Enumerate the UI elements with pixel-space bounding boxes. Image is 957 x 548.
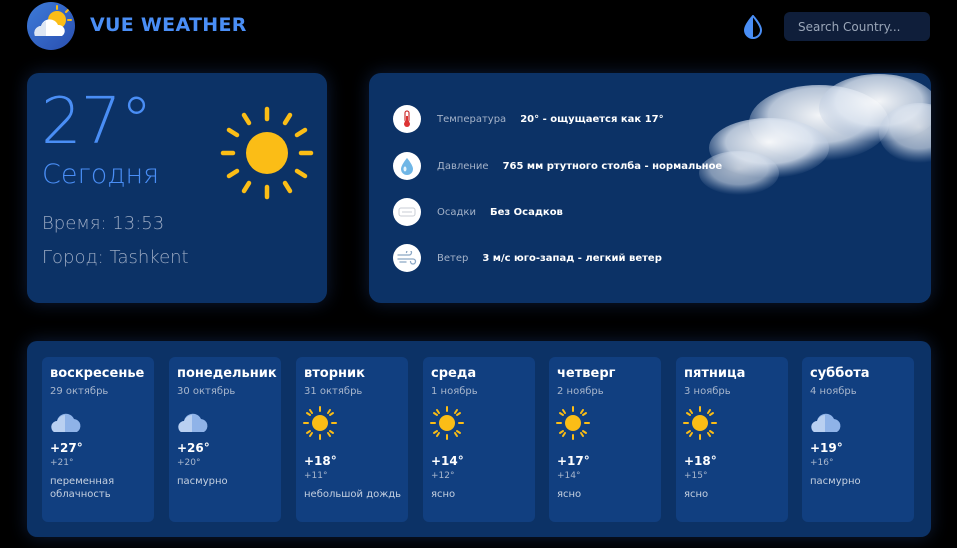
day-name: суббота [810, 366, 870, 381]
droplet-icon [393, 152, 421, 180]
day-name: воскресенье [50, 366, 145, 381]
day-max-temp: +27° [50, 441, 83, 455]
detail-row-wind: Ветер 3 м/с юго-запад - легкий ветер [393, 244, 662, 272]
day-date: 30 октябрь [177, 386, 236, 397]
detail-label: Давление [437, 160, 489, 172]
current-temperature: 27° [41, 85, 152, 159]
precipitation-icon [393, 198, 421, 226]
day-description: ясно [431, 489, 456, 500]
day-description: ясно [557, 489, 582, 500]
day-card[interactable]: вторник 31 октябрь +18° +11° небольшой д… [296, 357, 408, 522]
day-max-temp: +19° [810, 441, 843, 455]
day-card[interactable]: среда 1 ноябрь +14° +12° ясно [423, 357, 535, 522]
weather-details-card: Температура 20° - ощущается как 17° Давл… [369, 73, 931, 303]
detail-label: Осадки [437, 206, 476, 218]
current-time: Время: 13:53 [42, 213, 165, 234]
cloud-icon [178, 413, 208, 432]
day-card[interactable]: понедельник 30 октябрь +26° +20° пасмурн… [169, 357, 281, 522]
day-min-temp: +12° [431, 471, 455, 481]
current-weather-card: 27° Сегодня Время: 13:53 Город: Tashkent [27, 73, 327, 303]
day-card[interactable]: пятница 3 ноябрь +18° +15° ясно [676, 357, 788, 522]
sun-icon [220, 106, 314, 200]
day-name: понедельник [177, 366, 277, 381]
day-name: среда [431, 366, 477, 381]
day-min-temp: +15° [684, 471, 708, 481]
cloud-icon [51, 413, 81, 432]
detail-value: 20° - ощущается как 17° [520, 113, 664, 125]
detail-value: 765 мм ртутного столба - нормальное [502, 160, 723, 172]
detail-row-pressure: Давление 765 мм ртутного столба - нормал… [393, 152, 722, 180]
cloud-icon [811, 413, 841, 432]
day-description: небольшой дождь [304, 489, 402, 500]
current-city: Город: Tashkent [42, 247, 189, 268]
day-description: ясно [684, 489, 709, 500]
detail-label: Ветер [437, 252, 469, 264]
current-day-label: Сегодня [42, 159, 160, 190]
sun-icon [303, 406, 337, 440]
day-date: 3 ноябрь [684, 386, 731, 397]
header: VUE WEATHER [0, 0, 957, 54]
day-date: 29 октябрь [50, 386, 109, 397]
thermometer-icon [393, 105, 421, 133]
week-forecast-panel: воскресенье 29 октябрь +27° +21° перемен… [27, 341, 931, 537]
detail-value: Без Осадков [489, 206, 563, 218]
sun-icon [430, 406, 464, 440]
day-min-temp: +20° [177, 458, 201, 468]
search-input[interactable] [784, 12, 930, 41]
sun-icon [556, 406, 590, 440]
day-max-temp: +17° [557, 454, 590, 468]
day-min-temp: +11° [304, 471, 328, 481]
day-max-temp: +14° [431, 454, 464, 468]
sun-icon [683, 406, 717, 440]
sun-cloud-logo-icon [34, 5, 72, 36]
detail-label: Температура [437, 113, 507, 125]
day-description: пасмурно [810, 476, 861, 487]
day-card[interactable]: четверг 2 ноябрь +17° +14° ясно [549, 357, 661, 522]
day-name: четверг [557, 366, 616, 381]
day-min-temp: +21° [50, 458, 74, 468]
day-card[interactable]: воскресенье 29 октябрь +27° +21° перемен… [42, 357, 154, 522]
app-logo[interactable] [27, 2, 75, 50]
day-max-temp: +18° [684, 454, 717, 468]
day-min-temp: +14° [557, 471, 581, 481]
detail-value: 3 м/с юго-запад - легкий ветер [482, 252, 662, 264]
detail-row-precipitation: Осадки Без Осадков [393, 198, 563, 226]
detail-row-temperature: Температура 20° - ощущается как 17° [393, 105, 664, 133]
app-title: VUE WEATHER [90, 14, 247, 36]
theme-toggle-icon[interactable] [742, 15, 764, 39]
day-description: пасмурно [177, 476, 228, 487]
day-max-temp: +18° [304, 454, 337, 468]
day-card[interactable]: суббота 4 ноябрь +19° +16° пасмурно [802, 357, 914, 522]
day-max-temp: +26° [177, 441, 210, 455]
day-description: переменная облачность [50, 476, 115, 500]
cloud-background-image [699, 74, 931, 195]
day-date: 31 октябрь [304, 386, 363, 397]
day-name: пятница [684, 366, 746, 381]
day-name: вторник [304, 366, 365, 381]
day-date: 4 ноябрь [810, 386, 857, 397]
day-date: 2 ноябрь [557, 386, 604, 397]
day-date: 1 ноябрь [431, 386, 478, 397]
wind-icon [393, 244, 421, 272]
day-min-temp: +16° [810, 458, 834, 468]
